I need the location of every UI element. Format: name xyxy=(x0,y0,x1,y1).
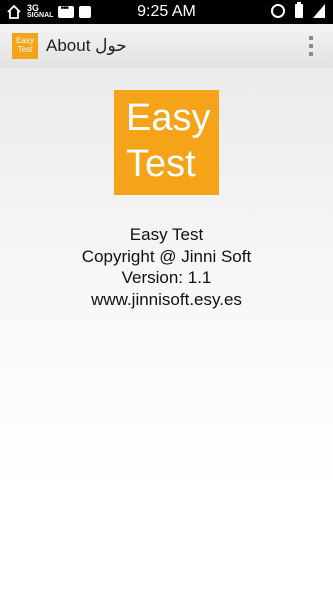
overflow-menu-icon[interactable] xyxy=(309,36,313,56)
about-content: Easy Test Easy Test Copyright @ Jinni So… xyxy=(0,68,333,592)
app-icon-line2: Test xyxy=(17,45,33,54)
status-bar: 3G SIGNAL 9:25 AM xyxy=(0,0,333,24)
logo-line1: Easy xyxy=(126,97,211,139)
battery-icon xyxy=(295,2,303,18)
version-text: Version: 1.1 xyxy=(121,268,212,287)
alarm-icon xyxy=(271,4,285,18)
logo-line2: Test xyxy=(126,143,196,185)
about-info: Easy Test Copyright @ Jinni Soft Version… xyxy=(0,224,333,310)
copyright-text: Copyright @ Jinni Soft xyxy=(81,246,252,266)
website-link: www.jinnisoft.esy.es xyxy=(91,289,242,309)
app-name: Easy Test xyxy=(129,225,204,244)
app-icon[interactable]: Easy Test xyxy=(12,33,38,59)
app-logo: Easy Test xyxy=(114,90,219,195)
signal-strength-icon xyxy=(313,4,325,18)
app-bar: Easy Test About حول xyxy=(0,24,333,68)
app-icon-line1: Easy xyxy=(16,36,34,45)
page-title: About حول xyxy=(46,36,127,55)
